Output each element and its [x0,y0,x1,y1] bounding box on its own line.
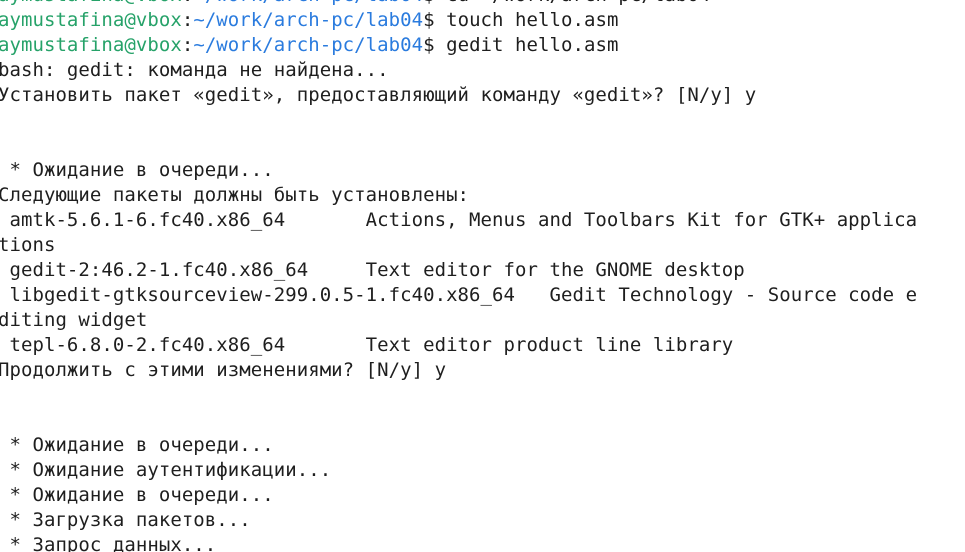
prompt-user: aymustafina@vbox [0,34,182,56]
prompt-line: aymustafina@vbox:~/work/arch-pc/lab04$ c… [0,0,965,8]
prompt-user: aymustafina@vbox [0,0,182,6]
prompt-sign: $ [423,9,447,31]
prompt-sign: $ [423,0,446,6]
prompt-separator: : [181,9,194,31]
prompt-line: aymustafina@vbox:~/work/arch-pc/lab04$ t… [0,8,965,33]
output-line: Следующие пакеты должны быть установлены… [0,184,470,206]
prompt-separator: : [181,34,194,56]
command-text: gedit hello.asm [446,34,619,56]
prompt-path: ~/work/arch-pc/lab04 [193,34,424,56]
prompt-user: aymustafina@vbox [0,9,182,31]
prompt-sign: $ [423,34,447,56]
command-text: touch hello.asm [446,9,619,31]
output-line: * Ожидание аутентификации... [0,459,332,481]
terminal-output: aymustafina@vbox:~/work/arch-pc/lab04$ c… [0,0,965,552]
prompt-path: ~/work/arch-pc/lab04 [193,0,423,6]
terminal-window[interactable]: aymustafina@vbox:~/work/arch-pc/lab04$ c… [0,0,965,552]
output-line: Продолжить с этими изменениями? [N/y] y [0,359,447,381]
output-line: libgedit-gtksourceview-299.0.5-1.fc40.x8… [0,284,918,306]
output-line: * Ожидание в очереди... [0,434,274,456]
output-line: diting widget [0,309,148,331]
output-line: * Загрузка пакетов... [0,509,251,531]
prompt-separator: : [182,0,194,6]
output-line: gedit-2:46.2-1.fc40.x86_64 Text editor f… [0,259,745,281]
output-line: * Ожидание в очереди... [0,159,274,181]
output-line: amtk-5.6.1-6.fc40.x86_64 Actions, Menus … [0,209,918,231]
output-line: bash: gedit: команда не найдена... [0,59,389,81]
prompt-path: ~/work/arch-pc/lab04 [193,9,424,31]
output-line: tions [0,234,56,256]
output-line: * Запрос данных... [0,534,217,552]
command-text: cd ~/work/arch-pc/lab04 [446,0,710,6]
prompt-line: aymustafina@vbox:~/work/arch-pc/lab04$ g… [0,33,965,58]
output-line: * Ожидание в очереди... [0,484,274,506]
output-line: Установить пакет «gedit», предоставляющи… [0,84,757,106]
output-line: tepl-6.8.0-2.fc40.x86_64 Text editor pro… [0,334,734,356]
